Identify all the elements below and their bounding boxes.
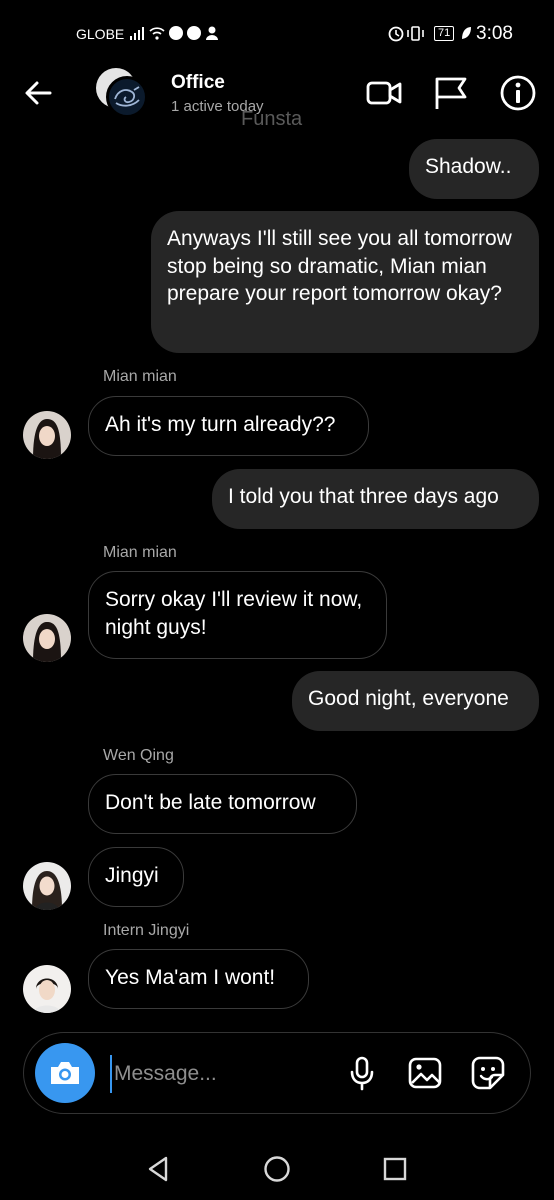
message-bubble-incoming[interactable]: Sorry okay I'll review it now, night guy… [88,571,387,659]
info-icon[interactable] [499,74,537,112]
back-arrow-icon[interactable] [22,76,56,110]
video-call-icon[interactable] [365,74,403,112]
status-bar: GLOBE 71 3:08 [0,0,554,68]
avatar[interactable] [23,965,71,1013]
camera-button[interactable] [35,1043,95,1103]
camera-icon [51,1062,79,1084]
sender-name: Mian mian [103,544,177,561]
avatar[interactable] [23,614,71,662]
chat-header: Office 1 active today Funsta [0,68,554,130]
system-navigation-bar [0,1140,554,1200]
watermark: Funsta [241,108,303,130]
flag-icon[interactable] [431,74,469,112]
sender-name: Wen Qing [103,747,174,764]
alarm-vibrate-icon [388,26,424,42]
status-icons-left [128,24,228,45]
status-time: 3:08 [476,23,513,44]
battery-indicator: 71 [434,25,455,41]
message-bubble-incoming[interactable]: Jingyi [88,847,184,907]
avatar[interactable] [23,862,71,910]
avatar[interactable] [23,411,71,459]
message-composer [23,1032,531,1114]
message-bubble-incoming[interactable]: Ah it's my turn already?? [88,396,369,456]
message-bubble-incoming[interactable]: Yes Ma'am I wont! [88,949,309,1009]
sender-name: Mian mian [103,368,177,385]
dragon-logo-icon [114,86,140,107]
gallery-icon[interactable] [407,1055,443,1091]
message-bubble-outgoing[interactable]: Shadow.. [409,139,539,199]
status-icons-right: 71 [388,24,472,42]
message-bubble-outgoing[interactable]: Good night, everyone [292,671,539,731]
sender-name: Intern Jingyi [103,922,190,939]
leaf-icon [462,27,472,39]
group-avatar[interactable] [96,68,150,122]
message-input[interactable] [110,1055,336,1093]
nav-back-icon[interactable] [144,1154,174,1184]
nav-recents-icon[interactable] [380,1154,410,1184]
nav-home-icon[interactable] [262,1154,292,1184]
message-bubble-outgoing[interactable]: Anyways I'll still see you all tomorrow … [151,211,539,353]
microphone-icon[interactable] [344,1055,380,1091]
message-bubble-incoming[interactable]: Don't be late tomorrow [88,774,357,834]
sticker-icon[interactable] [470,1055,506,1091]
message-bubble-outgoing[interactable]: I told you that three days ago [212,469,539,529]
chat-title[interactable]: Office [171,72,225,94]
carrier-label: GLOBE [76,26,125,42]
